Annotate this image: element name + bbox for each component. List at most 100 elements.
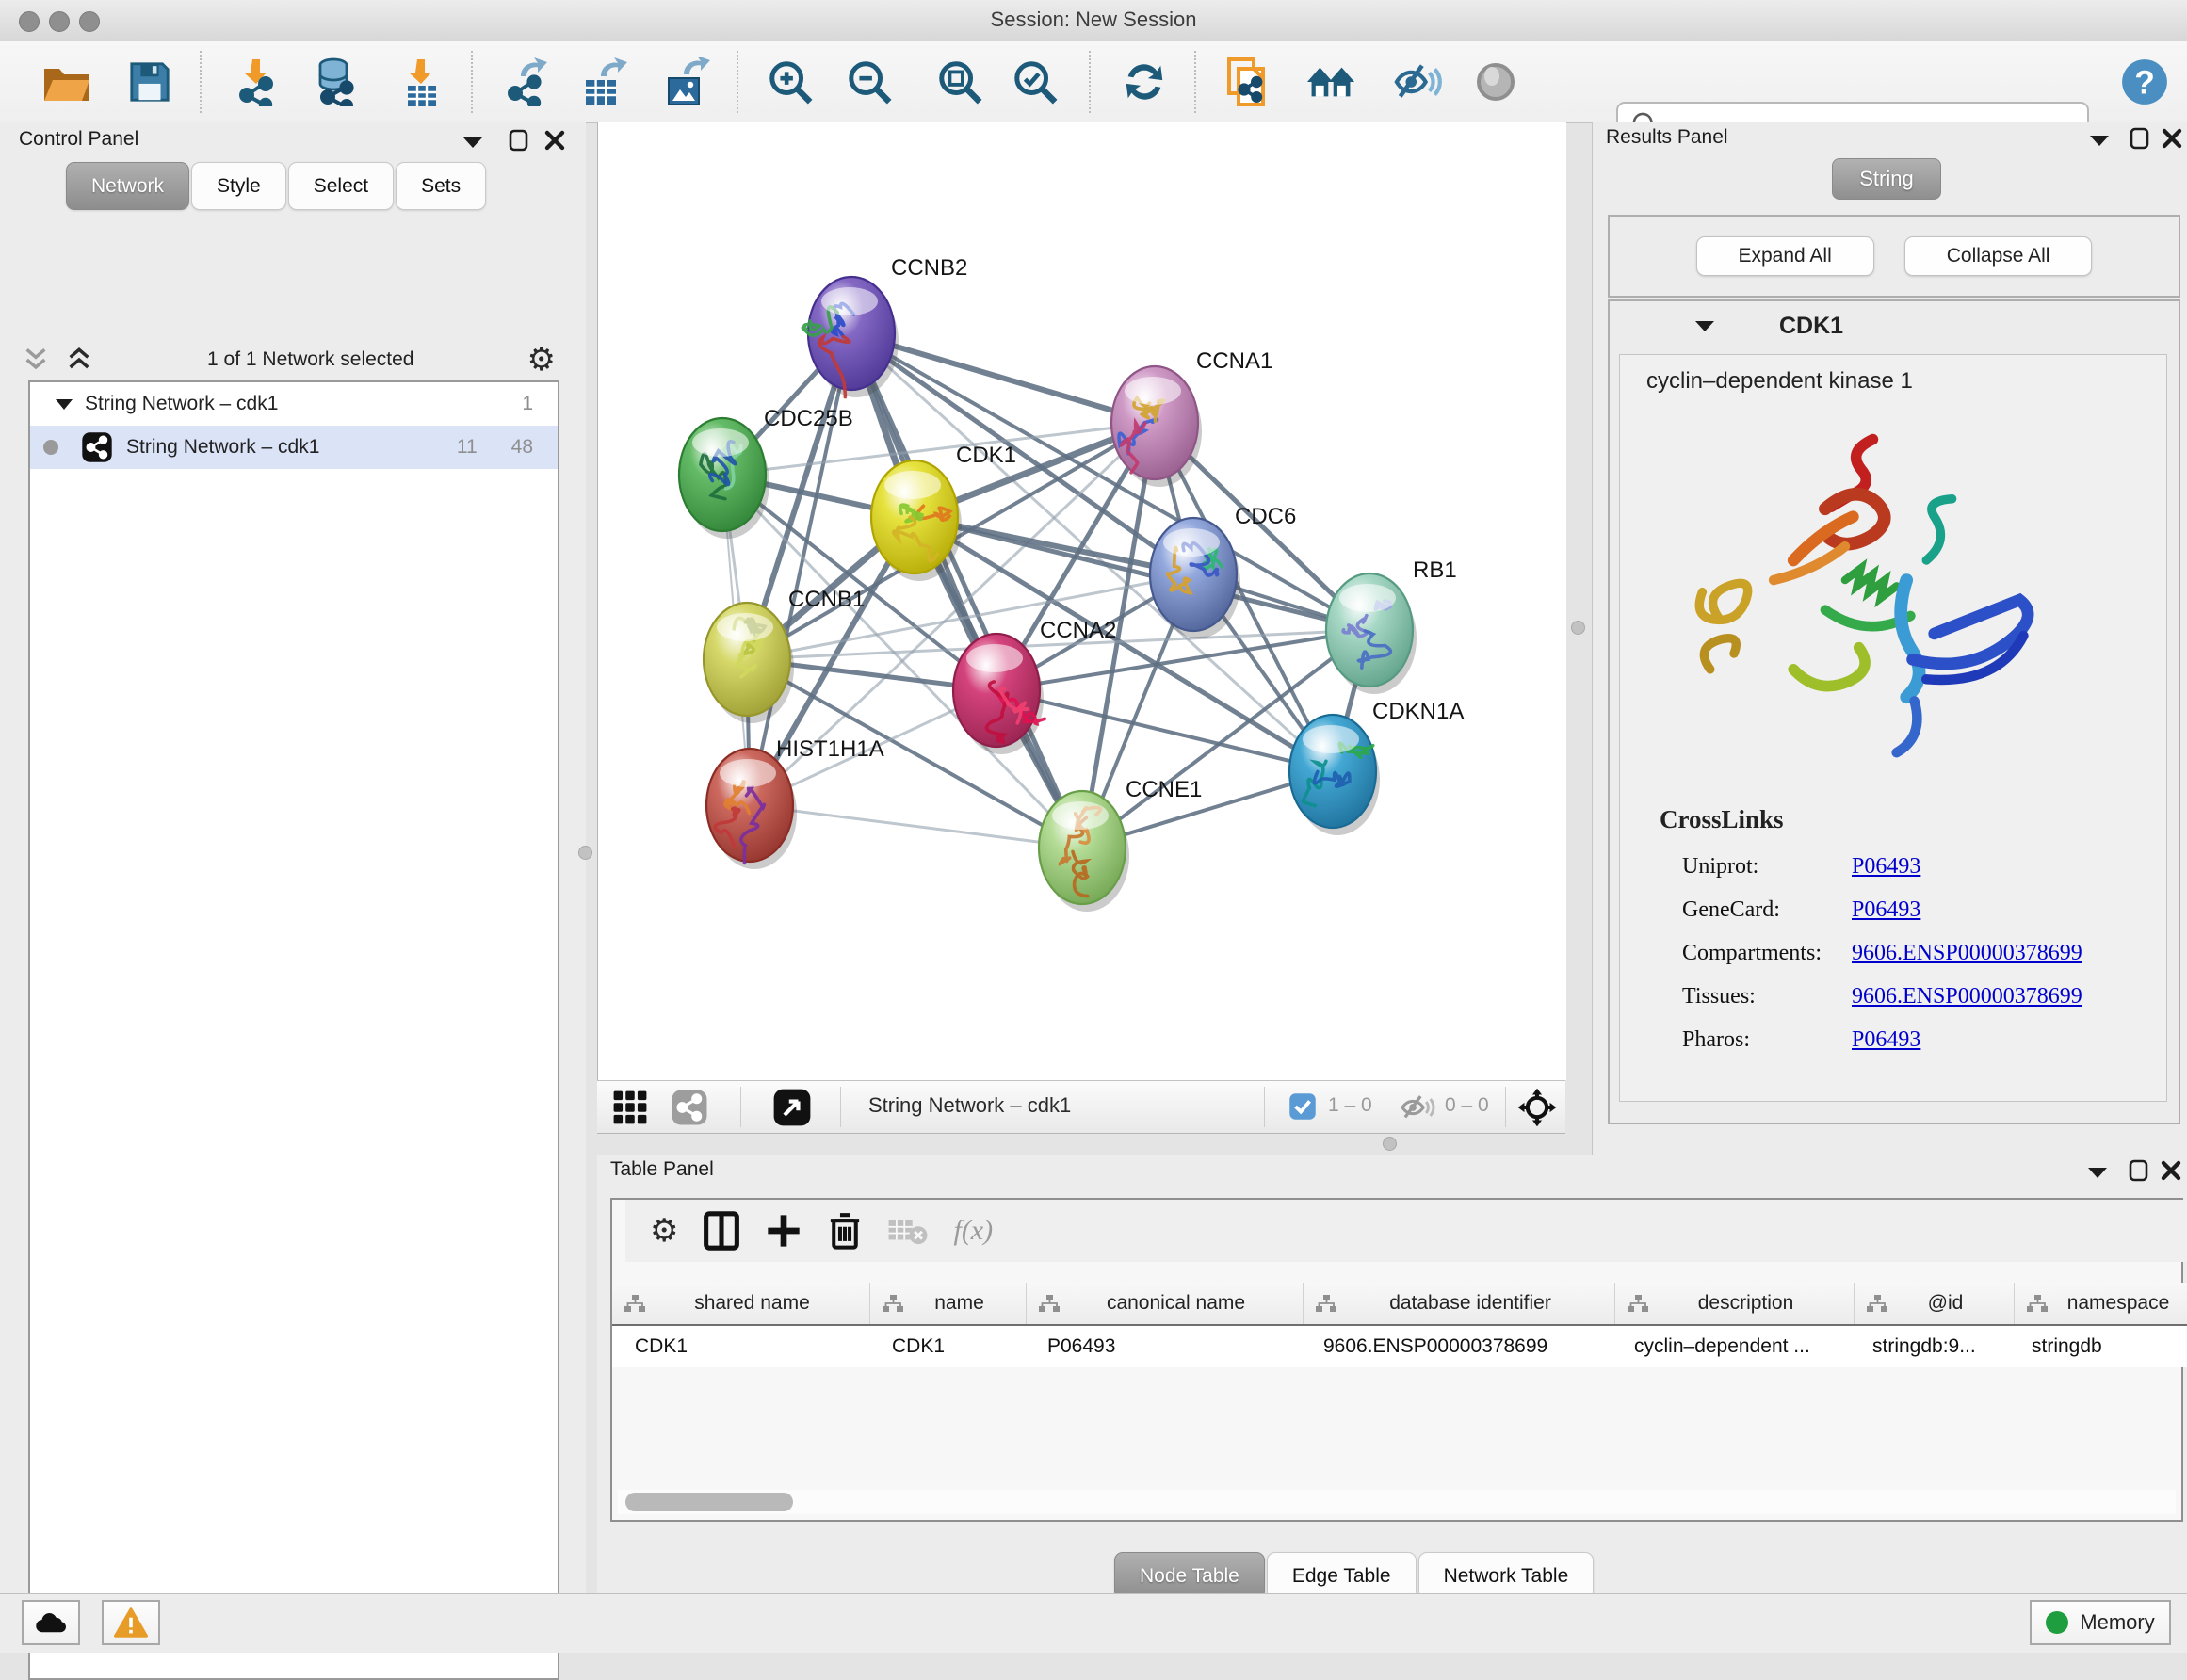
crosslink-link[interactable]: 9606.ENSP00000378699 (1852, 984, 2082, 1010)
results-tab-string[interactable]: String (1832, 158, 1941, 200)
table-options-gear-icon[interactable]: ⚙ (650, 1215, 678, 1247)
network-node-HIST1H1A[interactable]: HIST1H1A (706, 736, 884, 869)
first-neighbors-button[interactable] (1304, 55, 1358, 109)
collapse-all-icon[interactable] (21, 346, 51, 374)
horizontal-splitter-handle[interactable] (1383, 1137, 1397, 1151)
scrollbar-thumb[interactable] (625, 1493, 793, 1511)
show-all-button[interactable] (1468, 55, 1523, 109)
panel-float-icon[interactable] (2127, 1158, 2151, 1183)
apply-layout-button[interactable] (1117, 55, 1172, 109)
string-results-section: CDK1 cyclin–dependent kinase 1 (1608, 299, 2180, 1124)
table-cell[interactable]: CDK1 (612, 1326, 869, 1367)
network-options-gear-icon[interactable]: ⚙ (527, 344, 556, 376)
network-view-share-icon[interactable] (671, 1089, 708, 1126)
table-cell[interactable]: P06493 (1025, 1326, 1301, 1367)
table-cell[interactable]: 9606.ENSP00000378699 (1301, 1326, 1612, 1367)
table-cell[interactable]: CDK1 (869, 1326, 1025, 1367)
crosslink-link[interactable]: P06493 (1852, 897, 1920, 923)
table-cell[interactable]: cyclin–dependent ... (1612, 1326, 1850, 1367)
network-node-CDKN1A[interactable]: CDKN1A (1289, 699, 1464, 835)
table-row[interactable]: CDK1CDK1P064939606.ENSP00000378699cyclin… (612, 1326, 2187, 1367)
section-collapse-triangle-icon[interactable] (1693, 317, 1717, 334)
panel-float-icon[interactable] (507, 128, 531, 153)
panel-menu-icon[interactable] (2085, 1164, 2110, 1181)
collapse-all-button[interactable]: Collapse All (1904, 236, 2093, 276)
network-collection-row[interactable]: String Network – cdk1 1 (30, 382, 558, 426)
panel-close-icon[interactable] (2159, 1158, 2183, 1183)
tab-network[interactable]: Network (66, 162, 189, 210)
show-columns-icon[interactable] (703, 1210, 740, 1252)
network-node-CCNE1[interactable]: CCNE1 (1039, 777, 1202, 912)
fit-content-crosshair-icon[interactable] (1516, 1087, 1558, 1128)
expand-all-icon[interactable] (64, 346, 94, 374)
column-header-database-identifier[interactable]: database identifier (1304, 1283, 1615, 1324)
zoom-in-button[interactable] (763, 55, 818, 109)
export-image-button[interactable] (658, 55, 713, 109)
table-cell[interactable]: stringdb:9... (1850, 1326, 2009, 1367)
selected-checkbox-icon[interactable] (1288, 1092, 1317, 1121)
network-graph[interactable]: CCNB2CCNA1CDC25BCDK1CDC6RB1CCNB1CCNA2CDK… (598, 122, 1566, 1080)
collapse-triangle-icon[interactable] (53, 396, 75, 412)
column-header-name[interactable]: name (870, 1283, 1027, 1324)
network-node-CCNA1[interactable]: CCNA1 (1111, 348, 1272, 487)
network-node-CCNA2[interactable]: CCNA2 (953, 618, 1116, 754)
zoom-selected-button[interactable] (1008, 55, 1062, 109)
delete-column-icon[interactable] (827, 1211, 863, 1251)
network-from-selection-button[interactable] (1221, 55, 1275, 109)
hide-selected-button[interactable] (1390, 55, 1445, 109)
panel-menu-icon[interactable] (461, 134, 485, 151)
function-builder-icon: f(x) (953, 1215, 993, 1247)
column-header-namespace[interactable]: namespace (2015, 1283, 2187, 1324)
tab-select[interactable]: Select (288, 162, 394, 210)
column-header-description[interactable]: description (1615, 1283, 1855, 1324)
toolbar-divider (740, 1087, 741, 1127)
crosslink-link[interactable]: P06493 (1852, 854, 1920, 880)
crosslink-link[interactable]: P06493 (1852, 1027, 1920, 1053)
panel-close-icon[interactable] (543, 128, 567, 153)
open-session-button[interactable] (40, 55, 94, 109)
panel-menu-icon[interactable] (2087, 132, 2112, 149)
network-edge[interactable] (750, 805, 1082, 848)
network-edge[interactable] (750, 333, 851, 805)
add-column-icon[interactable] (765, 1212, 802, 1250)
help-button[interactable]: ? (2117, 55, 2172, 109)
export-table-button[interactable] (575, 55, 630, 109)
tab-sets[interactable]: Sets (396, 162, 486, 210)
column-header-canonical-name[interactable]: canonical name (1027, 1283, 1304, 1324)
network-edge[interactable] (851, 333, 1082, 848)
gene-section-header[interactable]: CDK1 (1610, 301, 2179, 350)
column-header-@id[interactable]: @id (1855, 1283, 2015, 1324)
import-network-from-file-button[interactable] (229, 55, 284, 109)
zoom-out-button[interactable] (842, 55, 897, 109)
network-node-label: RB1 (1413, 557, 1457, 583)
save-session-button[interactable] (122, 55, 177, 109)
cloud-status-button[interactable] (22, 1600, 80, 1645)
expand-all-button[interactable]: Expand All (1696, 236, 1874, 276)
table-cell[interactable]: stringdb (2009, 1326, 2187, 1367)
network-node-CCNB2[interactable]: CCNB2 (802, 255, 967, 397)
crosslink-link[interactable]: 9606.ENSP00000378699 (1852, 941, 2082, 966)
panel-float-icon[interactable] (2128, 126, 2152, 151)
network-selection-status: 1 of 1 Network selected (94, 348, 527, 371)
network-node-CDC6[interactable]: CDC6 (1150, 504, 1296, 638)
zoom-fit-button[interactable] (932, 55, 987, 109)
network-node-RB1[interactable]: RB1 (1326, 557, 1457, 694)
table-horizontal-scrollbar[interactable] (618, 1490, 2176, 1514)
warnings-button[interactable] (102, 1600, 160, 1645)
export-network-button[interactable] (499, 55, 554, 109)
vertical-splitter-handle[interactable] (578, 846, 592, 860)
column-header-shared-name[interactable]: shared name (612, 1283, 870, 1324)
vertical-splitter-handle[interactable] (1571, 621, 1585, 635)
birdseye-view-icon[interactable] (772, 1088, 812, 1127)
toolbar-divider (1264, 1087, 1265, 1127)
tab-style[interactable]: Style (191, 162, 286, 210)
results-panel-title: Results Panel (1606, 126, 1728, 149)
import-table-from-file-button[interactable] (394, 55, 448, 109)
panel-close-icon[interactable] (2160, 126, 2184, 151)
import-network-from-database-button[interactable] (308, 55, 363, 109)
network-row-selected[interactable]: String Network – cdk1 11 48 (30, 426, 558, 469)
memory-button[interactable]: Memory (2030, 1600, 2171, 1645)
crosslink-label: Tissues: (1620, 984, 1852, 1010)
grid-view-icon[interactable] (612, 1090, 648, 1125)
network-canvas[interactable]: CCNB2CCNA1CDC25BCDK1CDC6RB1CCNB1CCNA2CDK… (597, 122, 1566, 1080)
